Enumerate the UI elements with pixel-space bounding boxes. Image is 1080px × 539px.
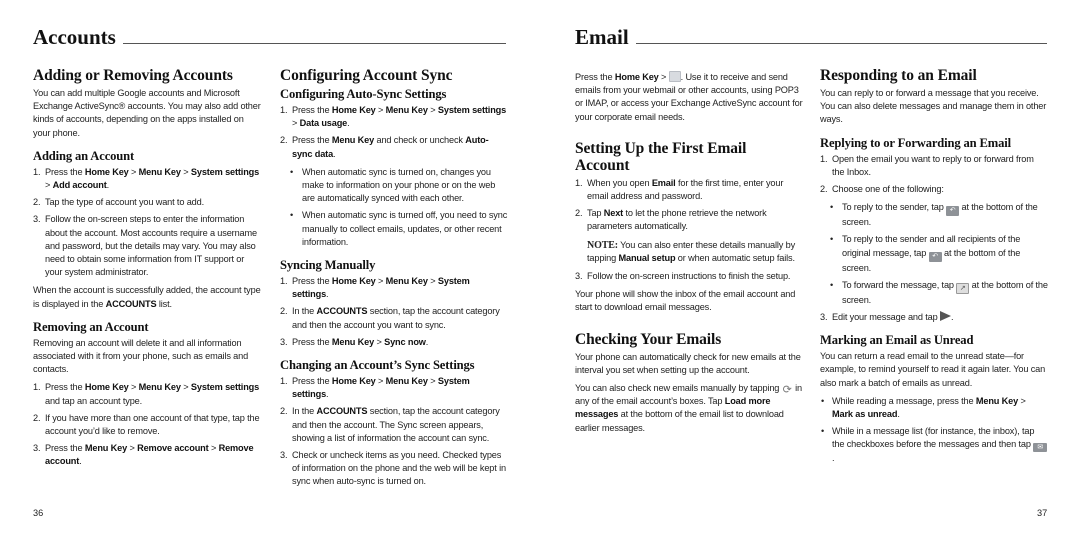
list-item: 2. In the ACCOUNTS section, tap the accou… (280, 306, 500, 330)
header-rule (635, 43, 1047, 44)
list-item: 2. Tap Next to let the phone retrieve the… (575, 208, 767, 232)
list-item: 2. Tap the type of account you want to ad… (33, 197, 204, 208)
bullet-icon: • (821, 426, 825, 437)
bullet-icon: • (830, 279, 834, 290)
list-item: 1. When you open Email for the first time… (575, 177, 784, 202)
page-37: Email Press the Home Key > . Use it to r… (540, 0, 1080, 539)
bullet-list: • When automatic sync is turned on, chang… (280, 166, 508, 249)
page-36: Accounts Adding or Removing Accounts You… (0, 0, 540, 539)
chapter-title: Email (575, 25, 629, 49)
list-item: 3. Press the Menu Key > Remove account > … (33, 443, 254, 467)
column-accounts: Adding or Removing Accounts You can add … (33, 67, 261, 474)
steps-list: 1. Press the Home Key > Menu Key > System… (33, 166, 261, 280)
bullet-icon: • (830, 234, 834, 245)
list-item: 2. In the ACCOUNTS section, tap the accou… (280, 406, 500, 443)
paragraph: You can reply to or forward a message th… (820, 88, 1047, 125)
subsection-title: Replying to or Forwarding an Email (820, 135, 1011, 150)
page-number: 36 (33, 508, 44, 518)
note: NOTE: You can also enter these details m… (587, 239, 796, 263)
bullet-icon: • (290, 166, 294, 177)
paragraph: You can also check new emails manually b… (575, 383, 802, 433)
subsection-title: Adding an Account (33, 148, 135, 163)
column-responding: Responding to an Email You can reply to … (820, 67, 1048, 470)
bullet-item: • To reply to the sender and all recipien… (830, 234, 1021, 273)
reply-icon: ↶ (946, 206, 960, 217)
paragraph: When the account is successfully added, … (33, 285, 261, 309)
steps-list: 1. Press the Home Key > Menu Key > System… (33, 381, 261, 468)
section-title: Setting Up the First Email Account (575, 139, 747, 174)
steps-list: 1. Open the email you want to reply to or… (820, 153, 1048, 197)
list-item: 1. Press the Home Key > Menu Key > System… (33, 166, 260, 191)
mark-unread-icon: ✉ (1033, 443, 1048, 453)
paragraph: Your phone can automatically check for n… (575, 351, 801, 375)
list-item: 3. Follow the on-screen steps to enter th… (33, 214, 257, 278)
steps-list: 1. When you open Email for the first time… (575, 177, 803, 234)
bullet-list: • While reading a message, press the Menu… (820, 395, 1048, 466)
list-item: 2. Choose one of the following: (820, 184, 944, 195)
paragraph: Your phone will show the inbox of the em… (575, 289, 796, 313)
bullet-item: • To reply to the sender, tap ↶ at the bo… (830, 202, 1038, 228)
bullet-icon: • (830, 202, 834, 213)
bullet-list: • To reply to the sender, tap ↶ at the bo… (820, 201, 1048, 307)
list-item: 1. Press the Home Key > Menu Key > System… (33, 382, 260, 406)
header-rule (122, 43, 506, 44)
list-item: 3. Edit your message and tap . (820, 311, 954, 323)
steps-list: 1. Press the Home Key > Menu Key > System… (280, 104, 508, 161)
forward-icon: ↗ (956, 282, 970, 294)
paragraph: Press the Home Key > . Use it to receive… (575, 71, 803, 122)
section-title: Responding to an Email (820, 67, 977, 84)
bullet-item: • When automatic sync is turned off, you … (290, 210, 508, 247)
subsection-title: Syncing Manually (280, 258, 376, 273)
list-item: 1. Open the email you want to reply to or… (820, 153, 1034, 177)
steps-list: 3. Edit your message and tap . (820, 311, 1048, 324)
steps-list: 1. Press the Home Key > Menu Key > System… (280, 375, 508, 489)
send-icon (939, 311, 951, 322)
chapter-header: Email (575, 26, 1047, 48)
section-title: Configuring Account Sync (280, 67, 453, 84)
subsection-title: Marking an Email as Unread (820, 333, 974, 348)
list-item: 2. Press the Menu Key and check or unchec… (280, 135, 489, 159)
list-item: 1. Press the Home Key > Menu Key > System… (280, 105, 507, 129)
list-item: 1. Press the Home Key > Menu Key > System… (280, 276, 470, 300)
list-item: 1. Press the Home Key > Menu Key > System… (280, 376, 470, 400)
column-email-setup: Press the Home Key > . Use it to receive… (575, 71, 803, 440)
note-label: NOTE: (587, 239, 618, 251)
reply-all-icon: ↶ (928, 251, 942, 262)
column-sync: Configuring Account Sync Configuring Aut… (280, 67, 508, 494)
section-title: Checking Your Emails (575, 330, 722, 348)
bullet-item: • While in a message list (for instance, … (820, 425, 1048, 465)
subsection-title: Changing an Account’s Sync Settings (280, 358, 475, 373)
paragraph: You can add multiple Google accounts and… (33, 88, 261, 138)
list-item: 3. Press the Menu Key > Sync now. (280, 336, 429, 347)
section-title: Adding or Removing Accounts (33, 67, 233, 84)
page-number: 37 (1037, 508, 1048, 518)
steps-list: 3. Follow the on-screen instructions to f… (575, 270, 803, 283)
email-app-icon (668, 71, 681, 82)
subsection-title: Removing an Account (33, 319, 149, 334)
list-item: 2. If you have more than one account of t… (33, 412, 260, 437)
bullet-item: • To forward the message, tap ↗ at the bo… (830, 279, 1048, 305)
paragraph: You can return a read email to the unrea… (820, 351, 1046, 388)
subsection-title: Configuring Auto-Sync Settings (280, 87, 447, 101)
steps-list: 1. Press the Home Key > Menu Key > System… (280, 275, 508, 349)
bullet-item: • When automatic sync is turned on, chang… (290, 166, 496, 204)
refresh-icon: ⟳ (782, 384, 792, 397)
chapter-title: Accounts (33, 25, 116, 49)
list-item: 3. Check or uncheck items as you need. Ch… (280, 450, 506, 487)
list-item: 3. Follow the on-screen instructions to f… (575, 271, 791, 282)
bullet-icon: • (290, 210, 294, 221)
bullet-item: • While reading a message, press the Menu… (821, 395, 1026, 420)
paragraph: Removing an account will delete it and a… (33, 337, 249, 375)
chapter-header: Accounts (33, 26, 506, 48)
bullet-icon: • (821, 395, 825, 406)
